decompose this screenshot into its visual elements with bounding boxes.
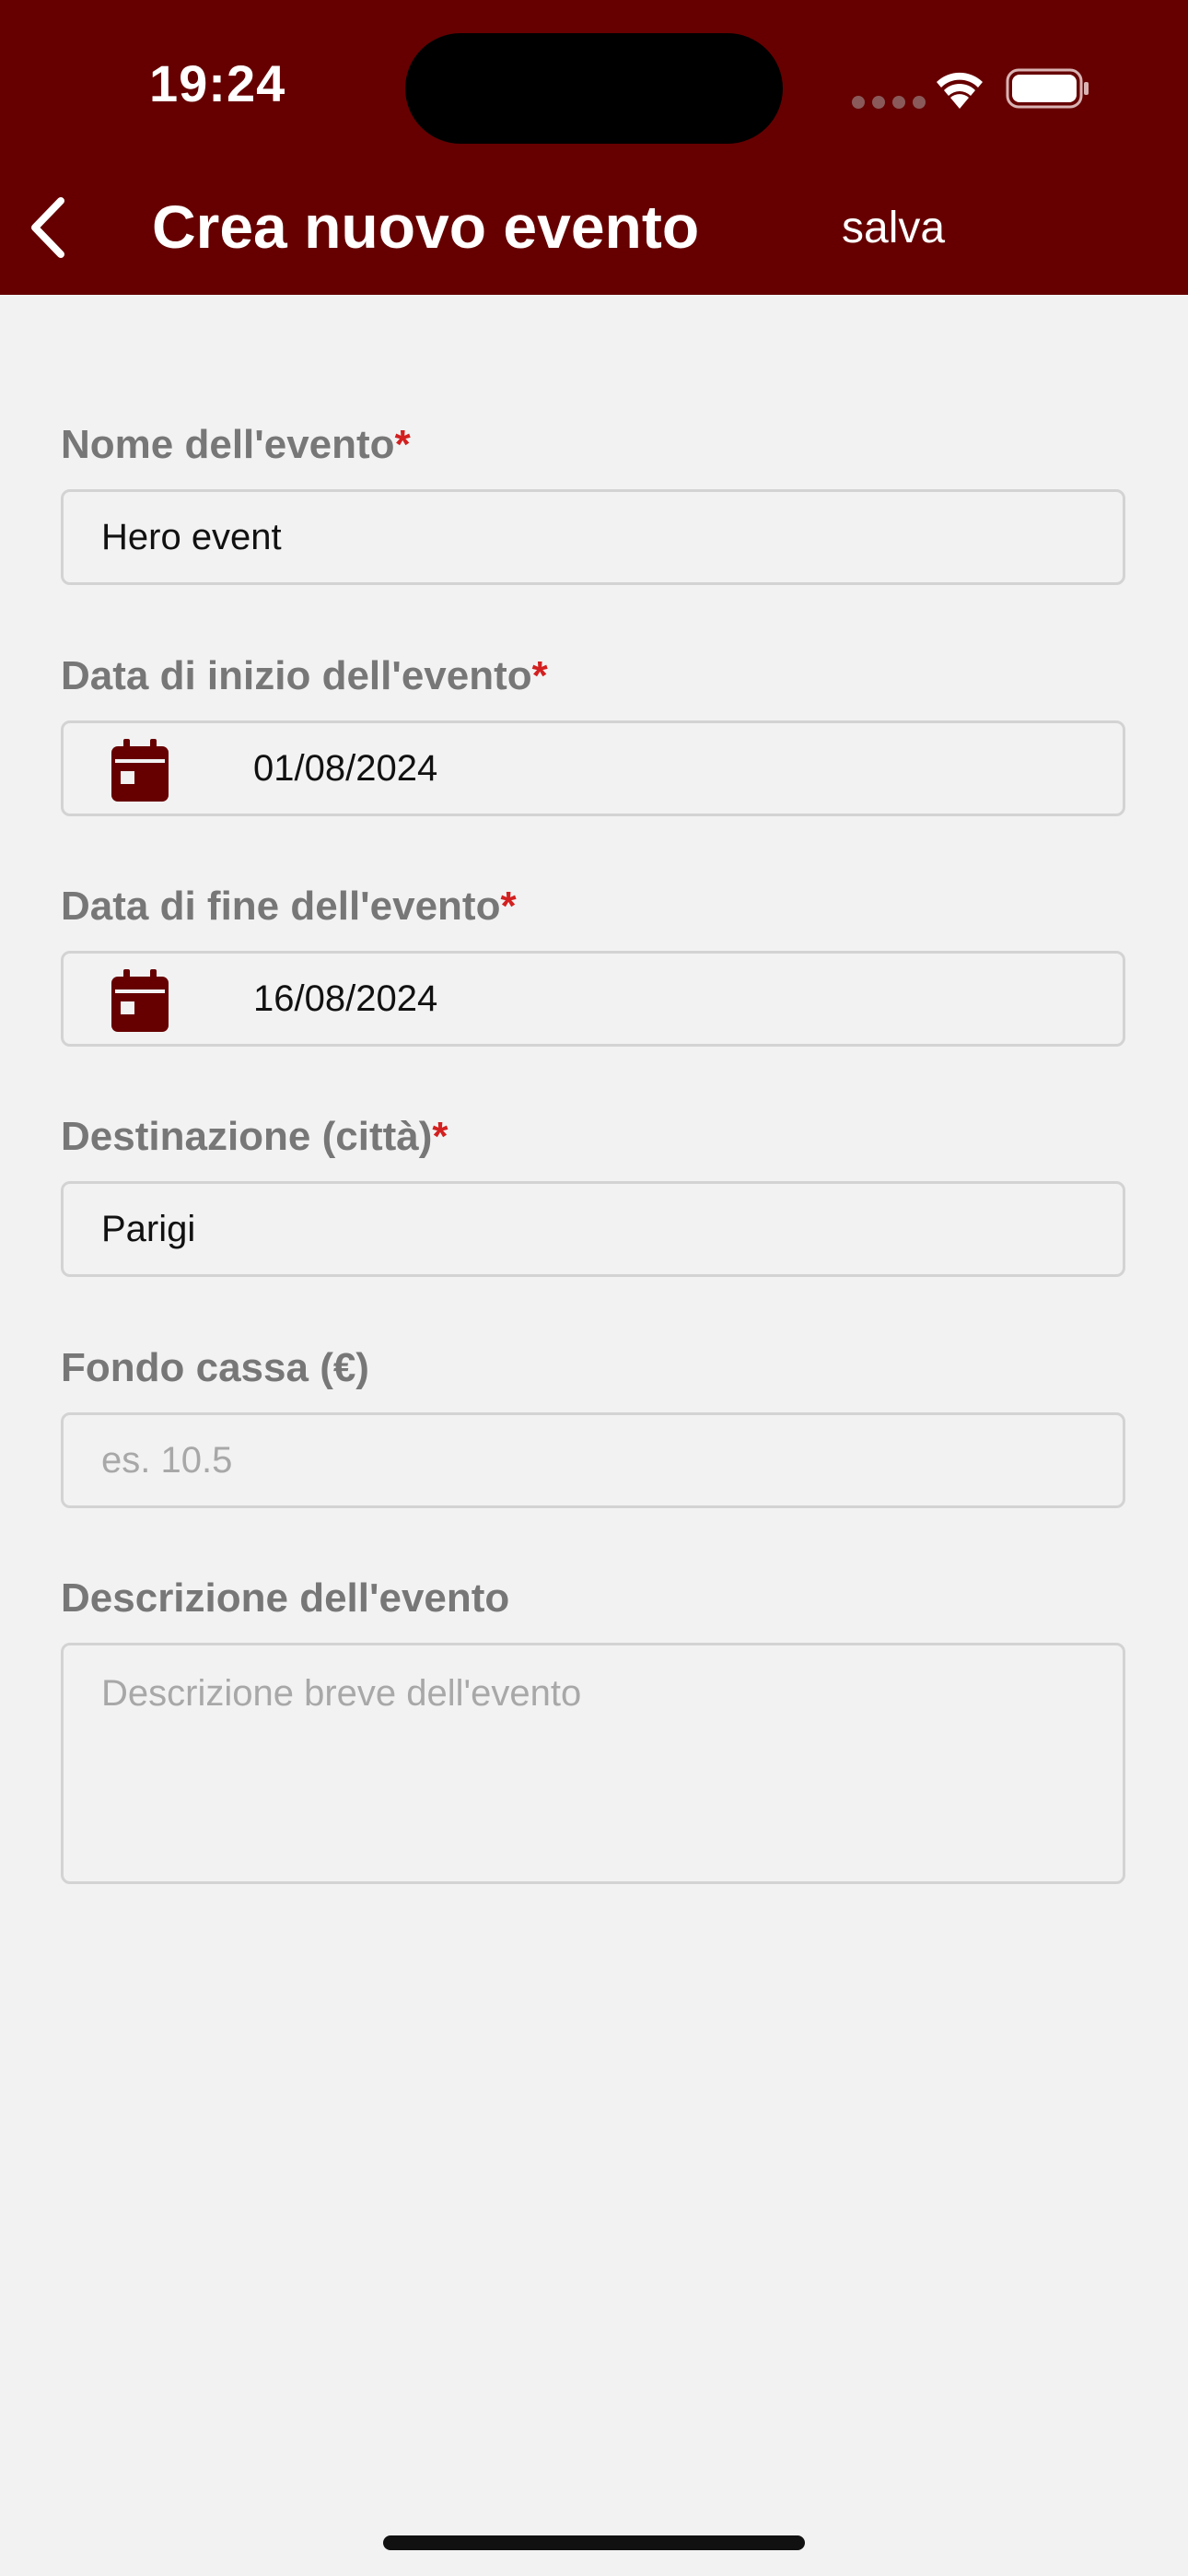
home-indicator[interactable] bbox=[383, 2535, 805, 2550]
end-date-value: 16/08/2024 bbox=[253, 978, 438, 1019]
start-date-field[interactable]: 01/08/2024 bbox=[61, 720, 1125, 816]
required-asterisk: * bbox=[531, 653, 548, 698]
start-date-label-text: Data di inizio dell'evento bbox=[61, 653, 532, 698]
destination-label-text: Destinazione (città) bbox=[61, 1114, 433, 1159]
event-name-value: Hero event bbox=[101, 517, 282, 557]
end-date-label: Data di fine dell'evento* bbox=[61, 884, 517, 930]
fund-label: Fondo cassa (€) bbox=[61, 1345, 369, 1391]
destination-field[interactable]: Parigi bbox=[61, 1181, 1125, 1277]
battery-icon bbox=[1006, 68, 1089, 109]
end-date-label-text: Data di fine dell'evento bbox=[61, 884, 501, 929]
description-textarea[interactable]: Descrizione breve dell'evento bbox=[61, 1643, 1125, 1884]
event-name-field[interactable]: Hero event bbox=[61, 489, 1125, 585]
description-label-text: Descrizione dell'evento bbox=[61, 1575, 510, 1621]
save-button[interactable]: salva bbox=[842, 203, 945, 253]
back-chevron-icon[interactable] bbox=[20, 195, 76, 260]
cellular-signal-icon bbox=[852, 96, 926, 109]
wifi-icon bbox=[937, 72, 983, 109]
end-date-field[interactable]: 16/08/2024 bbox=[61, 951, 1125, 1047]
status-time: 19:24 bbox=[149, 54, 286, 112]
destination-value: Parigi bbox=[101, 1209, 196, 1249]
calendar-icon bbox=[111, 969, 169, 1032]
start-date-value: 01/08/2024 bbox=[253, 748, 438, 789]
calendar-icon bbox=[111, 739, 169, 802]
description-label: Descrizione dell'evento bbox=[61, 1575, 509, 1622]
dynamic-island bbox=[405, 33, 783, 144]
required-asterisk: * bbox=[432, 1114, 448, 1159]
event-name-label: Nome dell'evento* bbox=[61, 422, 411, 468]
fund-placeholder: es. 10.5 bbox=[101, 1440, 233, 1481]
page-title: Crea nuovo evento bbox=[152, 193, 700, 261]
app-header: 19:24 Crea nuovo evento salva bbox=[0, 0, 1188, 295]
required-asterisk: * bbox=[500, 884, 517, 929]
description-placeholder: Descrizione breve dell'evento bbox=[101, 1673, 582, 1714]
fund-input[interactable]: es. 10.5 bbox=[61, 1412, 1125, 1508]
required-asterisk: * bbox=[394, 422, 411, 467]
destination-label: Destinazione (città)* bbox=[61, 1114, 448, 1160]
event-name-label-text: Nome dell'evento bbox=[61, 422, 395, 467]
start-date-label: Data di inizio dell'evento* bbox=[61, 653, 548, 699]
fund-label-text: Fondo cassa (€) bbox=[61, 1345, 369, 1390]
